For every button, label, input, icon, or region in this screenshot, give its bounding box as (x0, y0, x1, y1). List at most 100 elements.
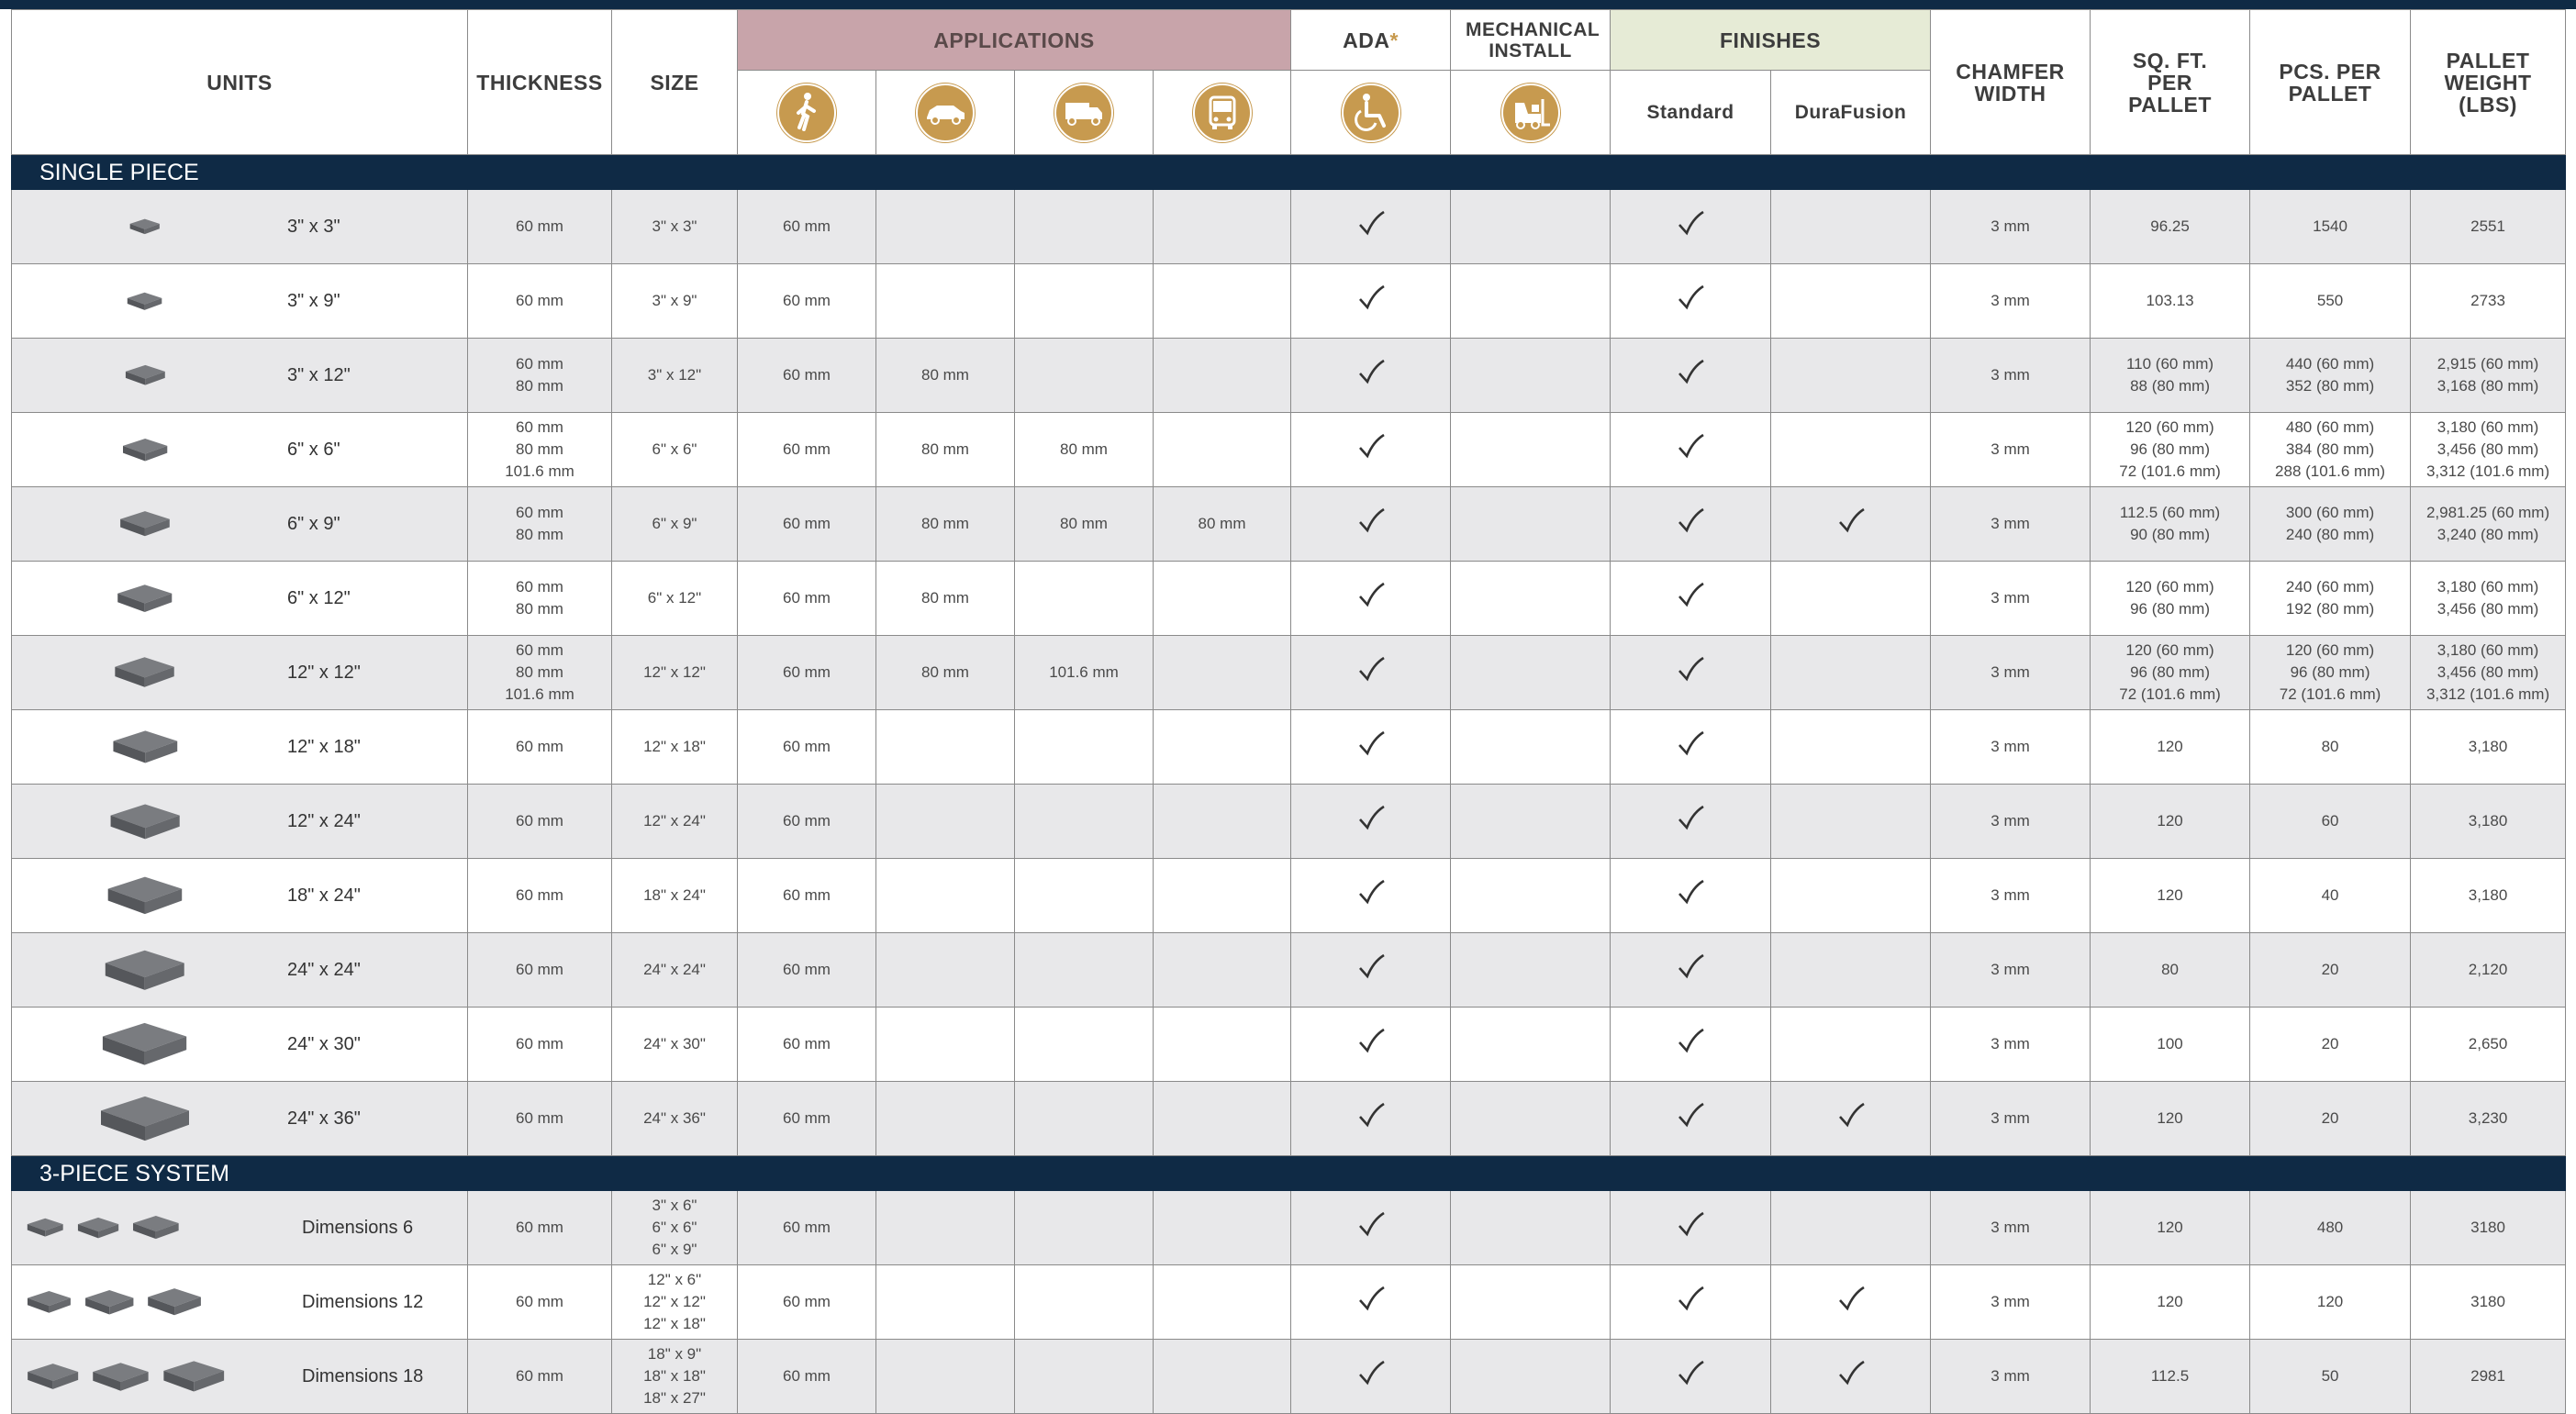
thickness-cell: 60 mm (467, 1339, 612, 1414)
application-cell (1152, 1007, 1292, 1082)
application-cell: 80 mm (875, 635, 1015, 710)
chamfer-cell: 3 mm (1930, 263, 2091, 339)
unit-cell: Dimensions 18 (11, 1339, 468, 1414)
application-cell: 80 mm (875, 412, 1015, 487)
application-cell (875, 189, 1015, 264)
paver-thumbnails (13, 949, 279, 992)
size-cell: 6" x 9" (611, 486, 738, 562)
ada-cell (1290, 338, 1452, 413)
check-icon (1678, 805, 1704, 830)
table-row: 6" x 9" 60 mm 80 mm 6" x 9" 60 mm 80 mm 80 mm 8… (11, 486, 2567, 562)
application-cell (1152, 561, 1292, 636)
check-icon (1358, 1211, 1385, 1237)
app-truck-cell (1014, 70, 1154, 155)
application-cell (875, 784, 1015, 859)
weight-cell: 2551 (2410, 189, 2567, 264)
application-cell (1014, 1264, 1154, 1340)
table-row: 18" x 24" 60 mm 18" x 24" 60 mm 3 mm 120 40 3,1… (11, 858, 2567, 933)
application-cell: 60 mm (737, 263, 876, 339)
unit-label: 12" x 24" (287, 810, 361, 831)
application-cell (1152, 858, 1292, 933)
app-pedestrian-cell (737, 70, 876, 155)
application-cell (875, 1081, 1015, 1156)
finish-durafusion-cell (1770, 561, 1932, 636)
paver-thumbnail (101, 1096, 189, 1141)
unit-label: Dimensions 18 (302, 1365, 424, 1386)
unit-label: Dimensions 12 (302, 1292, 424, 1312)
check-icon (1678, 1211, 1704, 1237)
application-cell: 60 mm (737, 338, 876, 413)
check-icon (1358, 1286, 1385, 1311)
unit-label: 6" x 12" (287, 588, 351, 608)
sqft-cell: 120 (2090, 1190, 2251, 1265)
finish-durafusion-cell (1770, 412, 1932, 487)
check-icon (1358, 879, 1385, 905)
unit-label: 24" x 30" (287, 1034, 361, 1054)
paver-thumbnail (129, 218, 161, 235)
weight-cell: 2,120 (2410, 932, 2567, 1008)
application-cell: 101.6 mm (1014, 635, 1154, 710)
application-cell (1014, 932, 1154, 1008)
unit-cell: 12" x 12" (11, 635, 468, 710)
unit-cell: 18" x 24" (11, 858, 468, 933)
unit-cell: 6" x 12" (11, 561, 468, 636)
application-cell (1014, 784, 1154, 859)
sqft-cell: 120 (2090, 1264, 2251, 1340)
unit-cell: 12" x 18" (11, 709, 468, 785)
unit-label: 12" x 18" (287, 736, 361, 757)
check-icon (1358, 1102, 1385, 1128)
finish-standard-cell (1610, 338, 1772, 413)
pcs-cell: 40 (2249, 858, 2412, 933)
ada-cell (1290, 1339, 1452, 1414)
paver-thumbnails (13, 438, 279, 462)
ada-cell (1290, 709, 1452, 785)
application-cell (875, 709, 1015, 785)
mechanical-icon-cell (1450, 70, 1611, 155)
table-row: 6" x 12" 60 mm 80 mm 6" x 12" 60 mm 80 mm 3 mm… (11, 561, 2567, 636)
application-cell (1014, 1190, 1154, 1265)
unit-cell: 24" x 30" (11, 1007, 468, 1082)
size-cell: 6" x 6" (611, 412, 738, 487)
finish-standard-cell (1610, 1190, 1772, 1265)
unit-cell: 12" x 24" (11, 784, 468, 859)
weight-cell: 3,180 (60 mm) 3,456 (80 mm) (2410, 561, 2567, 636)
finish-standard-cell (1610, 189, 1772, 264)
unit-label: 18" x 24" (287, 885, 361, 906)
finish-durafusion-cell (1770, 1190, 1932, 1265)
application-cell (1152, 635, 1292, 710)
unit-cell: 3" x 3" (11, 189, 468, 264)
application-cell (1014, 1339, 1154, 1414)
header-pallet-weight: PALLET WEIGHT (LBS) (2410, 9, 2567, 155)
application-cell: 60 mm (737, 1264, 876, 1340)
check-icon (1678, 1102, 1704, 1128)
paver-thumbnail (128, 292, 162, 310)
check-icon (1678, 210, 1704, 236)
chamfer-cell: 3 mm (1930, 1339, 2091, 1414)
size-cell: 24" x 24" (611, 932, 738, 1008)
paver-thumbnails (13, 218, 279, 235)
paver-thumbnail (125, 365, 165, 385)
application-cell (875, 263, 1015, 339)
unit-cell: 24" x 36" (11, 1081, 468, 1156)
application-cell: 60 mm (737, 932, 876, 1008)
thickness-cell: 60 mm 80 mm (467, 486, 612, 562)
application-cell (875, 932, 1015, 1008)
application-cell (1152, 784, 1292, 859)
size-cell: 3" x 9" (611, 263, 738, 339)
check-icon (1678, 433, 1704, 459)
forklift-icon (1500, 82, 1561, 143)
application-cell: 80 mm (1014, 486, 1154, 562)
unit-cell: 3" x 12" (11, 338, 468, 413)
application-cell: 60 mm (737, 858, 876, 933)
mechanical-cell (1450, 1081, 1611, 1156)
application-cell (1152, 1081, 1292, 1156)
application-cell: 60 mm (737, 1339, 876, 1414)
finish-durafusion-cell (1770, 1339, 1932, 1414)
application-cell (1152, 412, 1292, 487)
paver-thumbnail (84, 1289, 134, 1315)
chamfer-cell: 3 mm (1930, 784, 2091, 859)
application-cell (875, 1264, 1015, 1340)
ada-cell (1290, 858, 1452, 933)
unit-cell: 6" x 6" (11, 412, 468, 487)
header-sqft-per-pallet: SQ. FT. PER PALLET (2090, 9, 2251, 155)
